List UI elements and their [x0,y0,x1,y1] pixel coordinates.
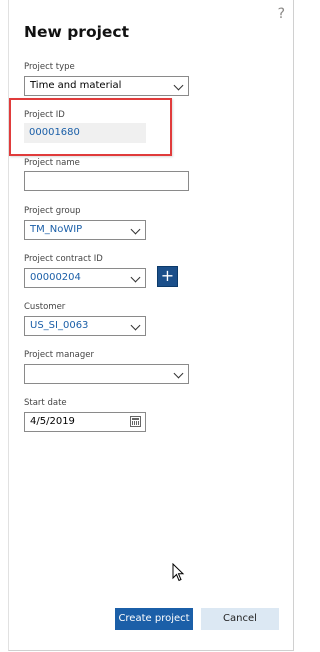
project-group-label: Project group [24,206,81,216]
project-name-input[interactable] [24,171,189,191]
project-type-dropdown[interactable]: Time and material [24,76,189,96]
chevron-down-icon[interactable] [125,269,145,287]
customer-dropdown[interactable]: US_SI_0063 [24,316,146,336]
chevron-down-icon[interactable] [125,221,145,239]
project-manager-dropdown[interactable] [24,364,189,384]
project-name-label: Project name [24,158,80,168]
add-contract-button[interactable]: + [157,266,178,287]
cancel-button[interactable]: Cancel [201,608,279,630]
mouse-cursor-icon [172,562,186,587]
chevron-down-icon[interactable] [125,317,145,335]
project-group-dropdown[interactable]: TM_NoWIP [24,220,146,240]
start-date-value: 4/5/2019 [30,416,75,427]
calendar-icon[interactable] [130,416,141,427]
project-id-highlight [9,98,172,156]
customer-label: Customer [24,302,66,312]
project-contract-id-label: Project contract ID [24,254,103,264]
customer-value: US_SI_0063 [30,320,89,331]
project-type-label: Project type [24,62,75,72]
chevron-down-icon[interactable] [168,77,188,95]
chevron-down-icon[interactable] [168,365,188,383]
start-date-label: Start date [24,398,67,408]
dialog-title: New project [24,23,130,41]
plus-icon: + [160,266,175,285]
project-contract-id-dropdown[interactable]: 00000204 [24,268,146,288]
create-project-button[interactable]: Create project [115,608,193,630]
project-type-value: Time and material [30,80,122,91]
start-date-input[interactable]: 4/5/2019 [24,412,146,432]
help-icon[interactable]: ? [278,6,285,22]
project-contract-id-value: 00000204 [30,272,81,283]
project-group-value: TM_NoWIP [30,224,83,235]
project-manager-label: Project manager [24,350,94,360]
